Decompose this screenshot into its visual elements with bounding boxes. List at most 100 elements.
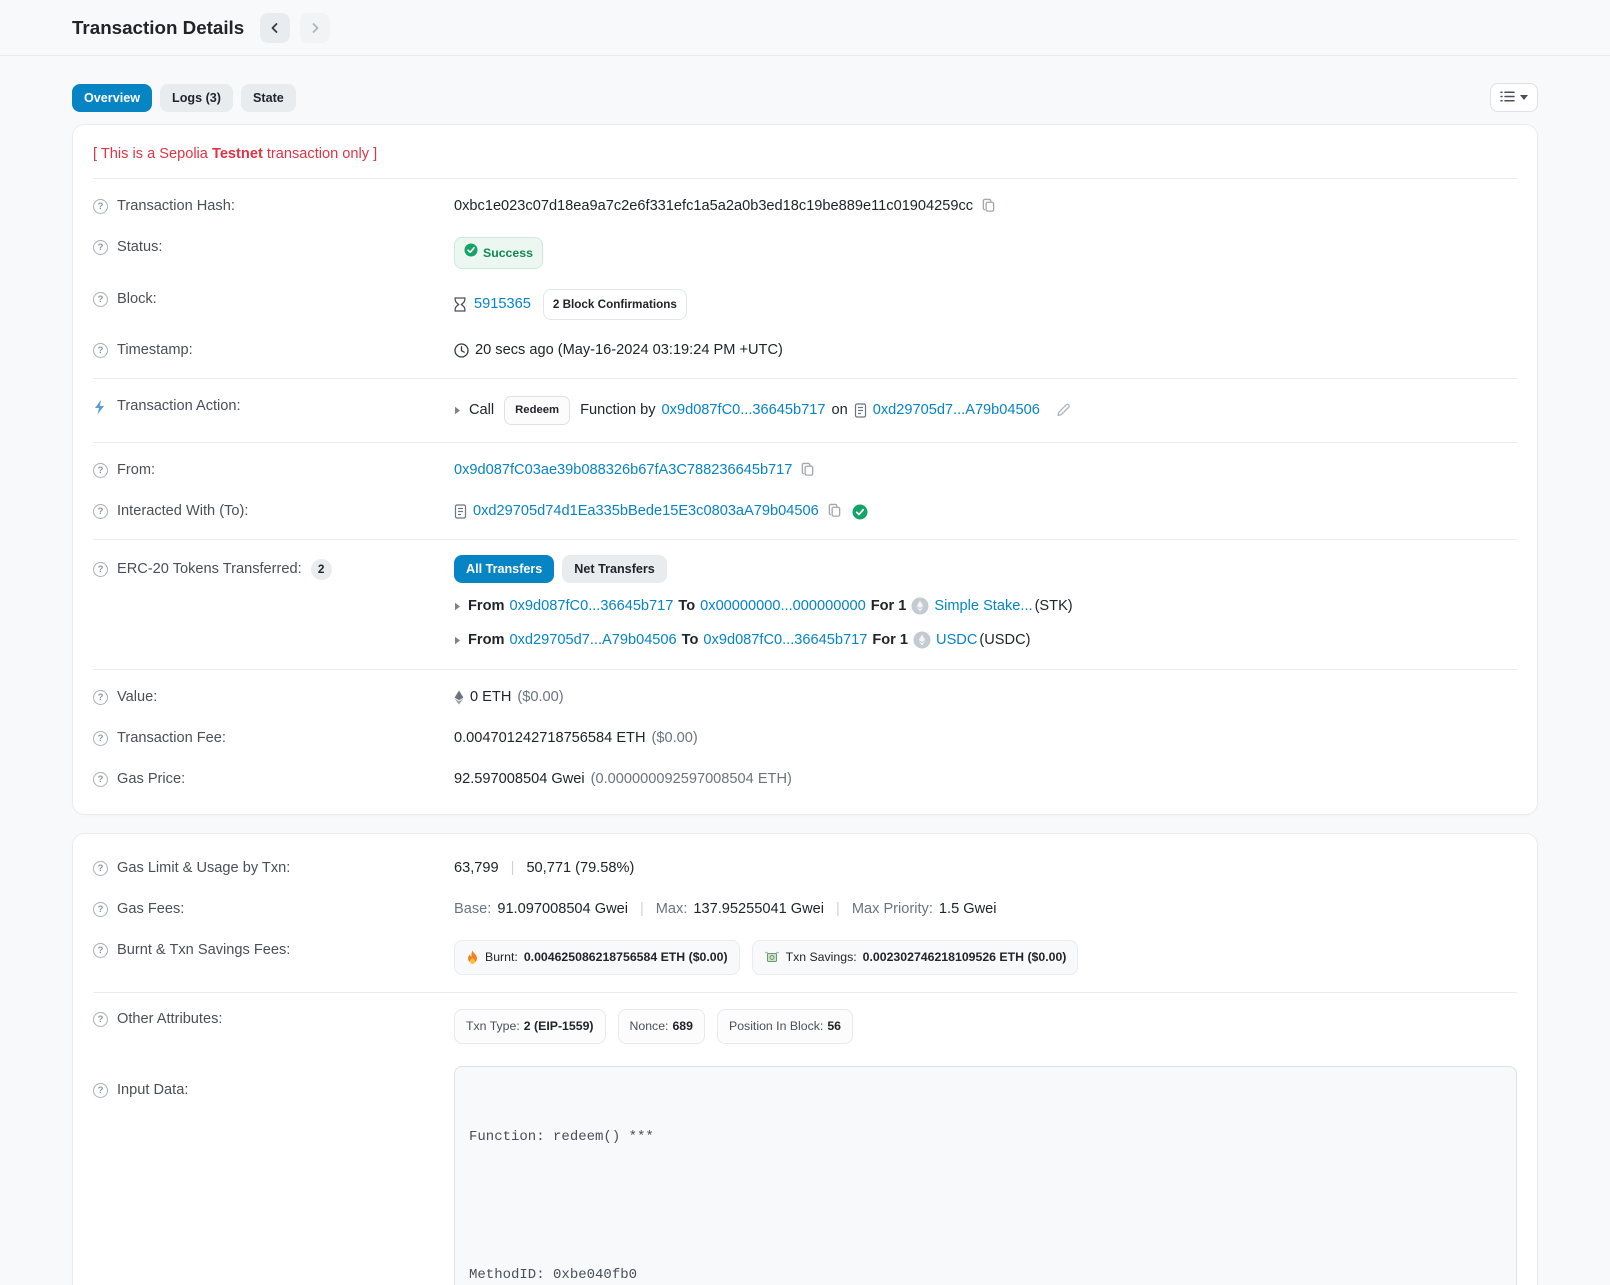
action-from-address-link[interactable]: 0x9d087fC0...36645b717 — [662, 400, 826, 421]
action-contract-link[interactable]: 0xd29705d7...A79b04506 — [873, 400, 1040, 421]
value-label: Value: — [117, 687, 157, 708]
transfer-token-link[interactable]: Simple Stake... — [934, 595, 1032, 617]
value-amount: 0 ETH — [470, 687, 511, 708]
timestamp-label: Timestamp: — [117, 340, 193, 361]
burnt-fee-value: 0.004625086218756584 ETH ($0.00) — [524, 947, 728, 968]
gas-price-row: ? Gas Price: 92.597008504 Gwei (0.000000… — [73, 759, 1537, 800]
nonce-badge: Nonce: 689 — [618, 1009, 706, 1044]
action-call-label: Call — [469, 400, 494, 421]
net-transfers-button[interactable]: Net Transfers — [562, 555, 667, 583]
token-icon — [911, 597, 929, 615]
edit-note-button[interactable] — [1054, 402, 1073, 420]
help-icon[interactable]: ? — [93, 562, 108, 577]
block-row: ? Block: 5915365 2 Block Confirmations — [73, 279, 1537, 330]
gas-limit-label: Gas Limit & Usage by Txn: — [117, 858, 290, 879]
help-icon[interactable]: ? — [93, 772, 108, 787]
copy-from-button[interactable] — [798, 462, 817, 480]
view-options-button[interactable] — [1490, 83, 1538, 112]
tab-logs[interactable]: Logs (3) — [160, 84, 233, 112]
position-key: Position In Block: — [729, 1016, 823, 1037]
gas-price-eth: (0.000000092597008504 ETH) — [591, 769, 792, 790]
transfer-item: From 0xd29705d7...A79b04506 To 0x9d087fC… — [454, 629, 1517, 651]
tab-state[interactable]: State — [241, 84, 296, 112]
help-icon[interactable]: ? — [93, 343, 108, 358]
tab-overview[interactable]: Overview — [72, 84, 152, 112]
fire-icon — [466, 950, 479, 965]
txn-type-key: Txn Type: — [466, 1016, 520, 1037]
transfer-to-link[interactable]: 0x00000000...000000000 — [700, 595, 866, 617]
help-icon[interactable]: ? — [93, 861, 108, 876]
chevron-right-icon — [309, 22, 321, 34]
help-icon[interactable]: ? — [93, 463, 108, 478]
caret-right-icon — [454, 406, 461, 415]
copy-hash-button[interactable] — [979, 198, 998, 216]
transfer-toggle: All Transfers Net Transfers — [454, 555, 1517, 583]
input-data-label: Input Data: — [117, 1080, 188, 1101]
max-fee-label: Max: — [656, 899, 688, 920]
block-number-link[interactable]: 5915365 — [474, 294, 531, 315]
base-fee-value: 91.097008504 Gwei — [497, 899, 628, 920]
help-icon[interactable]: ? — [93, 1012, 108, 1027]
help-icon[interactable]: ? — [93, 199, 108, 214]
help-icon[interactable]: ? — [93, 504, 108, 519]
all-transfers-button[interactable]: All Transfers — [454, 555, 554, 583]
base-fee-label: Base: — [454, 899, 491, 920]
transaction-hash-value: 0xbc1e023c07d18ea9a7c2e6f331efc1a5a2a0b3… — [454, 196, 973, 217]
help-icon[interactable]: ? — [93, 240, 108, 255]
next-transaction-button[interactable] — [300, 13, 330, 43]
input-data-textarea[interactable]: Function: redeem() *** MethodID: 0xbe040… — [454, 1066, 1517, 1285]
caret-right-icon — [454, 636, 461, 645]
transfer-for-label: For 1 — [871, 595, 907, 617]
gas-usage-value: 50,771 (79.58%) — [526, 858, 634, 879]
tabs-row: Overview Logs (3) State — [72, 83, 1538, 112]
pencil-icon — [1056, 402, 1071, 420]
transfer-from-link[interactable]: 0x9d087fC0...36645b717 — [509, 595, 673, 617]
other-attributes-label: Other Attributes: — [117, 1009, 222, 1030]
help-icon[interactable]: ? — [93, 731, 108, 746]
txn-type-value: 2 (EIP-1559) — [524, 1016, 594, 1037]
copy-to-button[interactable] — [825, 503, 844, 521]
prev-transaction-button[interactable] — [260, 13, 290, 43]
money-wings-icon — [764, 951, 780, 964]
transfer-to-link[interactable]: 0x9d087fC0...36645b717 — [703, 629, 867, 651]
testnet-note-prefix: [ This is a Sepolia — [93, 146, 212, 162]
status-label: Status: — [117, 237, 162, 258]
action-on-label: on — [831, 400, 847, 421]
transfer-token-link[interactable]: USDC — [936, 629, 977, 651]
position-value: 56 — [827, 1016, 841, 1037]
gas-fees-label: Gas Fees: — [117, 899, 184, 920]
transaction-action-row: Transaction Action: Call Redeem Function… — [73, 379, 1537, 442]
transfer-for-label: For 1 — [872, 629, 908, 651]
txn-type-badge: Txn Type: 2 (EIP-1559) — [454, 1009, 606, 1044]
clock-icon — [454, 343, 469, 358]
txn-savings-label: Txn Savings: — [786, 947, 857, 968]
caret-right-icon — [454, 602, 461, 611]
document-icon — [454, 504, 467, 519]
help-icon[interactable]: ? — [93, 690, 108, 705]
copy-icon — [981, 198, 996, 216]
chevron-left-icon — [269, 22, 281, 34]
help-icon[interactable]: ? — [93, 292, 108, 307]
input-data-line1: Function: redeem() *** — [469, 1126, 1502, 1149]
transaction-fee-usd: ($0.00) — [652, 728, 698, 749]
document-icon — [854, 403, 867, 418]
verified-check-icon — [852, 504, 868, 520]
txn-savings-badge: Txn Savings: 0.002302746218109526 ETH ($… — [752, 940, 1079, 975]
page-title: Transaction Details — [72, 17, 244, 39]
transfer-from-link[interactable]: 0xd29705d7...A79b04506 — [509, 629, 676, 651]
transaction-fee-amount: 0.004701242718756584 ETH — [454, 728, 646, 749]
transaction-action-label: Transaction Action: — [117, 396, 241, 417]
from-address-link[interactable]: 0x9d087fC03ae39b088326b67fA3C788236645b7… — [454, 460, 792, 481]
block-label: Block: — [117, 289, 157, 310]
max-priority-value: 1.5 Gwei — [939, 899, 997, 920]
help-icon[interactable]: ? — [93, 902, 108, 917]
details-card: ? Gas Limit & Usage by Txn: 63,799 | 50,… — [72, 833, 1538, 1285]
from-label: From: — [117, 460, 155, 481]
testnet-note-suffix: transaction only ] — [263, 146, 377, 162]
interacted-with-address-link[interactable]: 0xd29705d74d1Ea335bBede15E3c0803aA79b045… — [473, 501, 819, 522]
testnet-note-bold: Testnet — [212, 146, 263, 162]
help-icon[interactable]: ? — [93, 1083, 108, 1098]
interacted-with-label: Interacted With (To): — [117, 501, 248, 522]
interacted-with-row: ? Interacted With (To): 0xd29705d74d1Ea3… — [73, 491, 1537, 532]
help-icon[interactable]: ? — [93, 943, 108, 958]
